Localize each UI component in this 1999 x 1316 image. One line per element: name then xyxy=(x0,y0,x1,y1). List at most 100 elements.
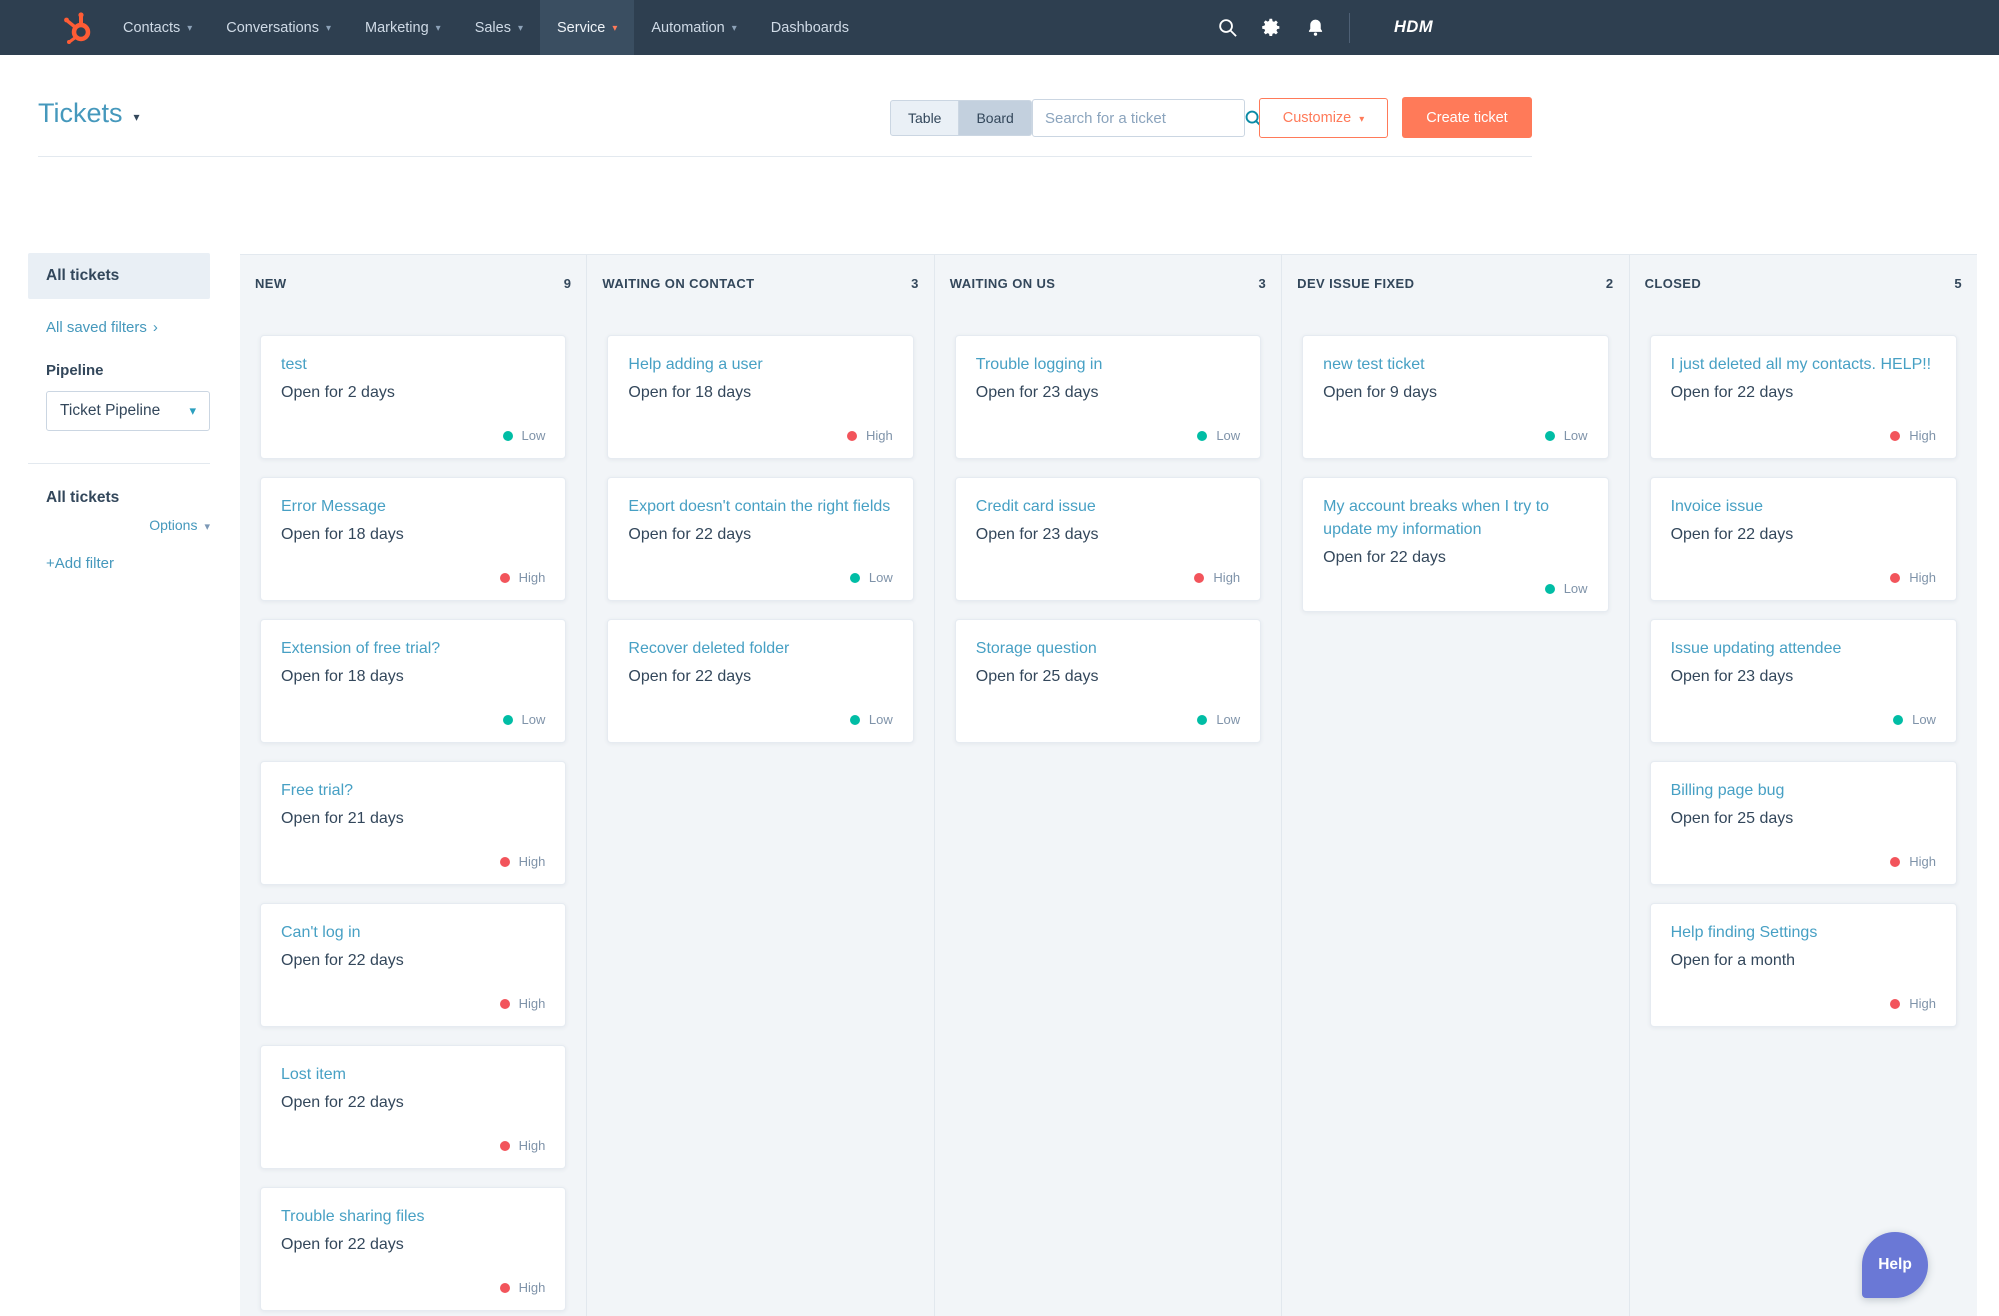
ticket-card[interactable]: Free trial? Open for 21 days High xyxy=(260,761,567,885)
ticket-card[interactable]: Help adding a user Open for 18 days High xyxy=(607,335,914,459)
ticket-search-box xyxy=(1032,99,1262,137)
nav-item-label: Marketing xyxy=(364,19,429,36)
ticket-title-link[interactable]: Recover deleted folder xyxy=(628,637,892,660)
ticket-title-link[interactable]: Credit card issue xyxy=(976,495,1240,518)
pipeline-select[interactable]: Ticket Pipeline ▾ xyxy=(46,391,210,431)
ticket-title-link[interactable]: Help adding a user xyxy=(628,353,892,376)
ticket-title-link[interactable]: Invoice issue xyxy=(1671,495,1936,518)
priority-dot xyxy=(1544,430,1555,441)
sidebar-item-all-tickets[interactable]: All tickets xyxy=(28,253,210,299)
ticket-title-link[interactable]: I just deleted all my contacts. HELP!! xyxy=(1671,353,1936,376)
sidebar-divider xyxy=(28,463,210,464)
ticket-title-link[interactable]: test xyxy=(281,353,545,376)
ticket-priority: High xyxy=(281,558,545,585)
ticket-card[interactable]: Invoice issue Open for 22 days High xyxy=(1649,477,1957,601)
ticket-card[interactable]: Export doesn't contain the right fields O… xyxy=(607,477,914,601)
table-view-button[interactable]: Table xyxy=(890,100,960,136)
ticket-card[interactable]: Storage question Open for 25 days Low xyxy=(954,619,1262,743)
ticket-card[interactable]: new test ticket Open for 9 days Low xyxy=(1302,335,1609,459)
page-title-label: Tickets xyxy=(38,98,123,128)
column-count: 5 xyxy=(1954,275,1962,291)
ticket-card[interactable]: Help finding Settings Open for a month Hig… xyxy=(1649,903,1957,1027)
account-name[interactable]: HDM xyxy=(1394,18,1433,37)
nav-item-label: Conversations xyxy=(226,19,319,36)
ticket-card[interactable]: Trouble logging in Open for 23 days Low xyxy=(954,335,1262,459)
ticket-card[interactable]: test Open for 2 days Low xyxy=(260,335,567,459)
ticket-title-link[interactable]: Trouble logging in xyxy=(976,353,1240,376)
ticket-priority: Low xyxy=(1323,569,1588,596)
caret-down-icon: ▾ xyxy=(189,403,196,418)
page-title[interactable]: Tickets ▾ xyxy=(38,98,140,129)
chevron-down-icon: ▾ xyxy=(731,23,737,34)
nav-menu: Contacts ▾ Conversations ▾ Marketing ▾ Sales ▾ S… xyxy=(106,0,866,55)
priority-dot xyxy=(499,998,510,1009)
ticket-title-link[interactable]: Extension of free trial? xyxy=(281,637,545,660)
caret-down-icon: ▾ xyxy=(133,109,140,124)
ticket-title-link[interactable]: Can't log in xyxy=(281,921,545,944)
ticket-card[interactable]: Credit card issue Open for 23 days High xyxy=(954,477,1262,601)
ticket-search-input[interactable] xyxy=(1033,109,1244,127)
priority-dot xyxy=(499,1140,510,1151)
ticket-priority: High xyxy=(281,1126,545,1153)
options-dropdown[interactable]: Options ▾ xyxy=(28,517,210,533)
ticket-title-link[interactable]: Issue updating attendee xyxy=(1671,637,1936,660)
caret-down-icon: ▾ xyxy=(1359,113,1365,125)
ticket-title-link[interactable]: Lost item xyxy=(281,1063,545,1086)
nav-item-label: Dashboards xyxy=(770,19,849,36)
priority-label: High xyxy=(518,996,546,1011)
ticket-card[interactable]: Error Message Open for 18 days High xyxy=(260,477,567,601)
ticket-open-duration: Open for a month xyxy=(1670,952,1796,969)
ticket-open-duration: Open for 22 days xyxy=(281,952,404,969)
pipeline-select-value: Ticket Pipeline xyxy=(60,402,161,419)
ticket-title-link[interactable]: Error Message xyxy=(281,495,545,518)
ticket-title-link[interactable]: Free trial? xyxy=(281,779,545,802)
nav-item-dashboards[interactable]: Dashboards xyxy=(754,0,866,55)
ticket-open-duration: Open for 25 days xyxy=(1670,810,1794,827)
ticket-title-link[interactable]: Export doesn't contain the right fields xyxy=(628,495,892,518)
ticket-card[interactable]: Lost item Open for 22 days High xyxy=(260,1045,567,1169)
nav-item-sales[interactable]: Sales ▾ xyxy=(458,0,540,55)
ticket-card[interactable]: I just deleted all my contacts. HELP!! Op… xyxy=(1649,335,1957,459)
priority-label: High xyxy=(1213,570,1241,585)
ticket-title-link[interactable]: new test ticket xyxy=(1323,353,1587,376)
priority-label: Low xyxy=(1563,581,1588,596)
create-ticket-button[interactable]: Create ticket xyxy=(1402,97,1532,138)
nav-item-conversations[interactable]: Conversations ▾ xyxy=(209,0,348,55)
ticket-title-link[interactable]: Billing page bug xyxy=(1671,779,1936,802)
nav-item-label: Sales xyxy=(474,19,511,36)
nav-item-marketing[interactable]: Marketing ▾ xyxy=(348,0,458,55)
hubspot-logo-icon[interactable] xyxy=(60,10,94,44)
priority-dot xyxy=(1197,430,1208,441)
ticket-card[interactable]: Extension of free trial? Open for 18 days… xyxy=(260,619,567,743)
ticket-title-link[interactable]: Help finding Settings xyxy=(1671,921,1936,944)
ticket-card[interactable]: Can't log in Open for 22 days High xyxy=(260,903,567,1027)
add-filter-button[interactable]: +Add filter xyxy=(46,555,210,572)
all-saved-filters-link[interactable]: All saved filters › xyxy=(46,319,210,336)
column-header-closed: CLOSED 5 xyxy=(1630,255,1977,311)
chevron-right-icon: › xyxy=(152,319,158,336)
ticket-card[interactable]: Billing page bug Open for 25 days High xyxy=(1649,761,1957,885)
board-column-closed: CLOSED 5 I just deleted all my contacts. H… xyxy=(1630,255,1977,1316)
ticket-card[interactable]: My account breaks when I try to update m… xyxy=(1302,477,1609,612)
bell-icon[interactable] xyxy=(1293,0,1337,55)
nav-item-contacts[interactable]: Contacts ▾ xyxy=(106,0,209,55)
board-view-button[interactable]: Board xyxy=(959,100,1032,136)
ticket-title-link[interactable]: My account breaks when I try to update m… xyxy=(1323,495,1587,541)
ticket-title-link[interactable]: Storage question xyxy=(976,637,1240,660)
help-button[interactable]: Help xyxy=(1862,1232,1928,1298)
column-header-new: NEW 9 xyxy=(240,255,586,311)
priority-dot xyxy=(1197,714,1208,725)
search-icon[interactable] xyxy=(1205,0,1249,55)
ticket-card[interactable]: Recover deleted folder Open for 22 days Lo… xyxy=(607,619,914,743)
ticket-card[interactable]: Issue updating attendee Open for 23 days L… xyxy=(1649,619,1957,743)
nav-item-automation[interactable]: Automation ▾ xyxy=(634,0,753,55)
ticket-card[interactable]: Trouble sharing files Open for 22 days Hig… xyxy=(260,1187,567,1311)
priority-dot xyxy=(499,572,510,583)
nav-item-service[interactable]: Service ▾ xyxy=(540,0,635,55)
gear-icon[interactable] xyxy=(1249,0,1293,55)
ticket-priority: High xyxy=(281,842,545,869)
ticket-title-link[interactable]: Trouble sharing files xyxy=(281,1205,545,1228)
customize-button[interactable]: Customize ▾ xyxy=(1259,98,1388,138)
options-label: Options xyxy=(149,517,198,533)
ticket-open-duration: Open for 25 days xyxy=(975,668,1099,685)
